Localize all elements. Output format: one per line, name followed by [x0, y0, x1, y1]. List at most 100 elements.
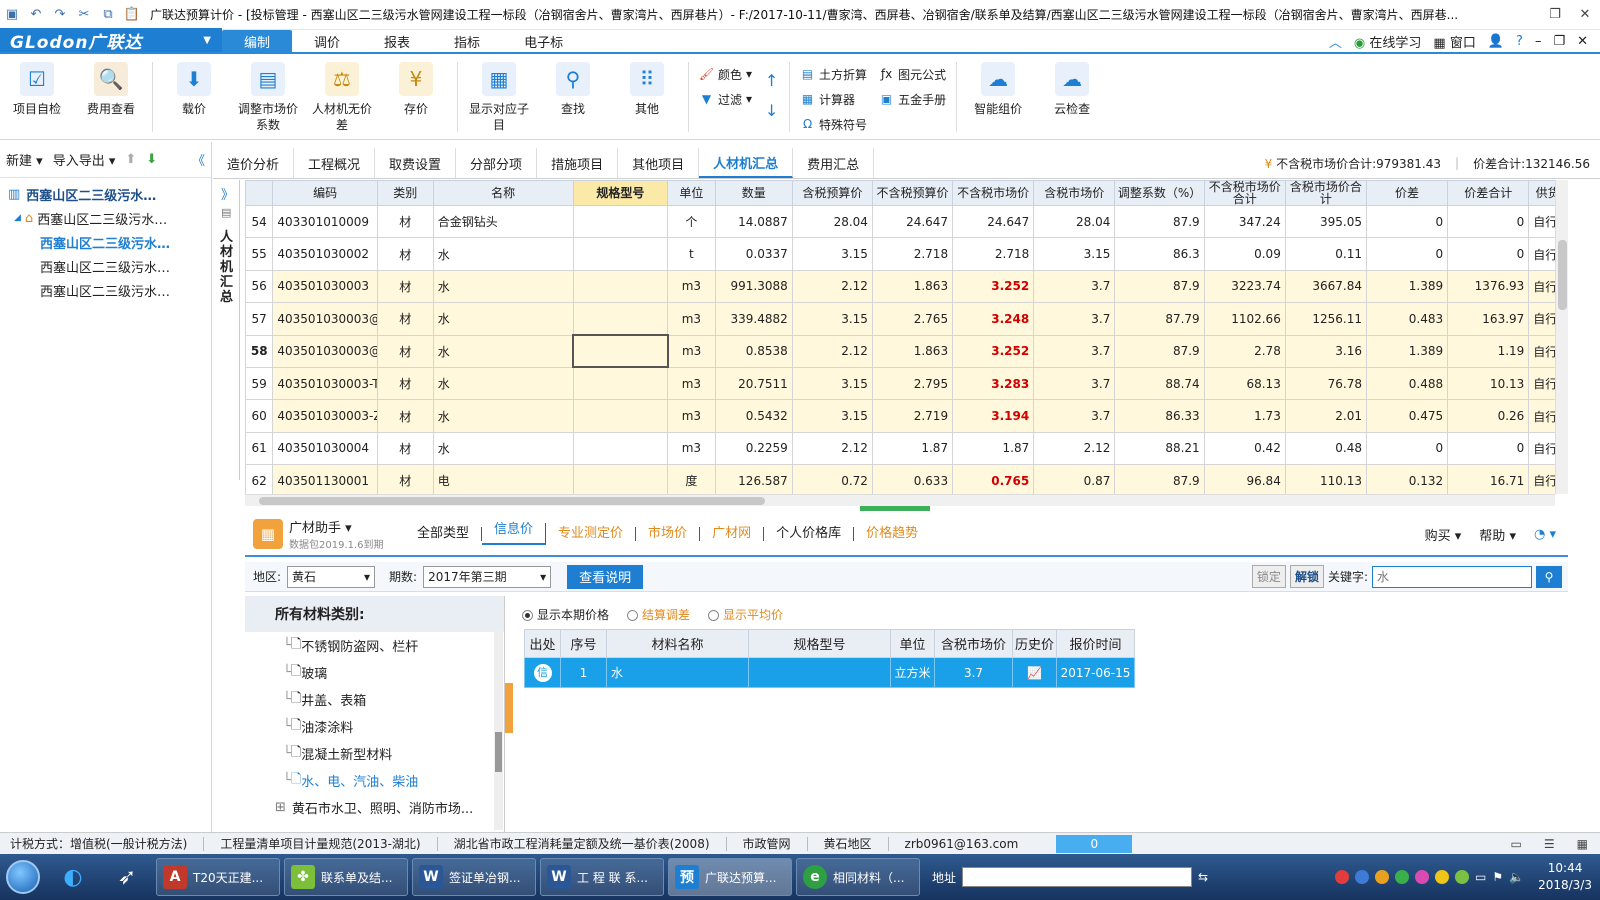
qty-cell[interactable]: 0.5432 — [714, 399, 793, 433]
special-symbol-button[interactable]: Ω 特殊符号 — [800, 114, 867, 134]
supply-cell[interactable]: 自行 — [1528, 431, 1555, 466]
supply-cell[interactable]: 自行 — [1528, 399, 1555, 433]
col-supply[interactable]: 供货 — [1528, 180, 1555, 206]
table-row[interactable]: 57403501030003@1材水 m3339.48823.152.7653.2… — [245, 302, 1555, 336]
unit-cell[interactable]: t — [667, 237, 716, 271]
col-diff[interactable]: 价差 — [1365, 180, 1449, 206]
rowno-cell[interactable]: 57 — [245, 302, 274, 336]
helper-tab-price-trend[interactable]: 价格趋势 — [854, 527, 930, 541]
qty-cell[interactable]: 0.8538 — [714, 334, 793, 368]
plus-tray-icon[interactable] — [1455, 870, 1470, 884]
view-explanation-button[interactable]: 查看说明 — [567, 564, 644, 589]
code-cell[interactable]: 403501030003@2 — [272, 334, 378, 368]
buy-menu[interactable]: 购买 ▾ — [1425, 525, 1462, 544]
spec-cell[interactable] — [572, 269, 669, 304]
taskbar-item-word-2[interactable]: W 工 程 联 系... — [540, 858, 664, 896]
coef-cell[interactable]: 88.21 — [1114, 431, 1205, 466]
unit-cell[interactable]: m3 — [667, 302, 716, 336]
taskbar-item-glodon[interactable]: 预广联达预算... — [668, 858, 792, 896]
col-unit[interactable]: 单位 — [667, 180, 716, 206]
rowno-cell[interactable]: 59 — [245, 366, 274, 401]
unlock-button[interactable]: 解锁 — [1289, 565, 1324, 588]
supply-cell[interactable]: 自行 — [1528, 204, 1555, 239]
col-quote-time[interactable]: 报价时间 — [1056, 629, 1135, 658]
tab-project-overview[interactable]: 工程概况 — [294, 148, 376, 178]
tree-node-project[interactable]: ▥ 西塞山区二三级污水… — [0, 182, 211, 206]
no-price-diff-button[interactable]: ⚖ 人材机无价差 — [305, 62, 379, 133]
collapse-ribbon-icon[interactable]: ︿ — [1329, 32, 1342, 51]
tax-market-cell[interactable]: 3.7 — [1033, 269, 1116, 304]
keyword-input[interactable]: 水 — [1372, 565, 1532, 588]
tax-budget-cell[interactable]: 0.72 — [791, 464, 873, 494]
type-cell[interactable]: 材 — [376, 431, 434, 466]
taskbar-item-folder[interactable]: ✤ 联系单及结... — [284, 858, 408, 896]
tab-labor-material-summary[interactable]: 人材机汇总 — [699, 148, 794, 178]
table-row[interactable]: 61 403501030004 材水 m3 0.2259 2.12 1.87 1.87 2.12… — [245, 431, 1555, 466]
coef-cell[interactable]: 87.9 — [1114, 269, 1205, 304]
unit-cell[interactable]: 个 — [667, 204, 716, 239]
tax-budget-cell[interactable]: 2.12 — [791, 431, 873, 466]
option-current-price[interactable]: 显示本期价格 — [522, 606, 609, 623]
clock[interactable]: 10:44 2018/3/3 — [1538, 860, 1592, 894]
user-icon[interactable]: 👤 — [1488, 34, 1504, 49]
calculator-button[interactable]: ▦ 计算器 — [800, 89, 867, 109]
diff-cell[interactable]: 0.475 — [1365, 399, 1449, 433]
rowno-cell[interactable]: 56 — [245, 269, 274, 304]
col-spec[interactable]: 规格型号 — [748, 629, 891, 658]
notax-budget-cell[interactable]: 0.633 — [871, 464, 954, 494]
sogou-icon[interactable] — [1335, 870, 1350, 884]
move-down-icon[interactable]: ⬇ — [146, 152, 157, 167]
table-row[interactable]: 55 403501030002 材水 t 0.0337 3.15 2.718 2.718 3.1… — [245, 237, 1555, 271]
notax-market-cell[interactable]: 1.87 — [952, 431, 1035, 466]
diff-cell[interactable]: 0.488 — [1365, 366, 1449, 401]
notax-market-cell[interactable]: 3.248 — [952, 302, 1035, 336]
qty-cell[interactable]: 14.0887 — [714, 204, 793, 239]
restore-icon[interactable]: ❐ — [1540, 7, 1570, 22]
view-mode-3-icon[interactable]: ▦ — [1577, 837, 1588, 851]
taskbar-item-t20[interactable]: A T20天正建... — [156, 858, 280, 896]
helper-tab-personal-lib[interactable]: 个人价格库 — [764, 527, 855, 541]
qty-cell[interactable]: 991.3088 — [714, 269, 793, 304]
price-cell[interactable]: 3.7 — [934, 657, 1013, 688]
help-tray-icon[interactable] — [1355, 870, 1370, 884]
qty-cell[interactable]: 339.4882 — [714, 302, 793, 336]
helper-tab-pro-price[interactable]: 专业测定价 — [546, 527, 637, 541]
col-spec[interactable]: 规格型号 — [572, 180, 669, 206]
notax-market-cell[interactable]: 2.718 — [952, 237, 1035, 271]
diff-total-cell[interactable]: 0.26 — [1447, 399, 1530, 433]
notax-budget-cell[interactable]: 1.863 — [871, 334, 954, 368]
name-cell[interactable]: 水 — [432, 302, 574, 336]
table-row[interactable]: 56 403501030003 材水 m3 991.3088 2.12 1.863 3.252… — [245, 269, 1555, 304]
notax-budget-cell[interactable]: 2.719 — [871, 399, 954, 433]
notax-total-cell[interactable]: 96.84 — [1203, 464, 1286, 494]
view-mode-2-icon[interactable]: ☰ — [1544, 837, 1555, 851]
tab-indicators[interactable]: 指标 — [432, 30, 502, 52]
help-menu[interactable]: 帮助 ▾ — [1479, 525, 1516, 544]
start-button[interactable] — [0, 856, 46, 898]
coef-cell[interactable]: 87.9 — [1114, 204, 1205, 239]
close-doc-icon[interactable]: ✕ — [1577, 34, 1588, 49]
maximize-icon[interactable]: ❐ — [1553, 34, 1565, 49]
supply-cell[interactable]: 自行 — [1528, 464, 1555, 494]
tax-market-cell[interactable]: 3.15 — [1033, 237, 1116, 271]
type-cell[interactable]: 材 — [376, 399, 434, 433]
security-icon[interactable] — [1375, 870, 1390, 884]
qty-cell[interactable]: 20.7511 — [714, 366, 793, 401]
lock-button[interactable]: 锁定 — [1251, 565, 1286, 588]
col-source[interactable]: 出处 — [524, 629, 561, 658]
notax-total-cell[interactable]: 3223.74 — [1203, 269, 1286, 304]
code-cell[interactable]: 403501030003-T — [272, 366, 378, 401]
coef-cell[interactable]: 87.9 — [1114, 464, 1205, 494]
adjust-market-coef-button[interactable]: ▤ 调整市场价系数 — [231, 62, 305, 133]
unit-cell[interactable]: m3 — [667, 431, 716, 466]
diff-total-cell[interactable]: 1.19 — [1447, 334, 1530, 368]
rowno-cell[interactable]: 61 — [245, 431, 274, 466]
cloud-check-button[interactable]: ☁ 云检查 — [1035, 62, 1109, 117]
tax-market-cell[interactable]: 2.12 — [1033, 431, 1116, 466]
view-fees-button[interactable]: 🔍 费用查看 — [74, 62, 148, 117]
category-item[interactable]: └ 🗋 油漆涂料 — [245, 713, 504, 740]
support-icon[interactable]: ◔ ▾ — [1534, 527, 1556, 542]
name-cell[interactable]: 水 — [432, 334, 574, 368]
supply-cell[interactable]: 自行 — [1528, 366, 1555, 401]
diff-total-cell[interactable]: 0 — [1447, 204, 1530, 239]
